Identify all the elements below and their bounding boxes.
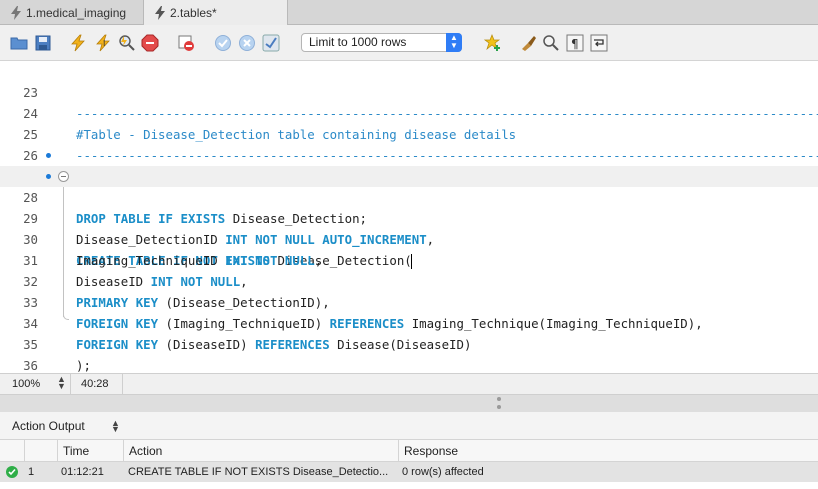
commit-icon[interactable] <box>213 33 233 53</box>
select-arrows-icon: ▲ ▼ <box>446 33 462 52</box>
output-table-header: Time Action Response <box>0 440 818 462</box>
row-response: 0 row(s) affected <box>402 466 484 478</box>
column-header-index[interactable] <box>24 440 57 462</box>
save-icon[interactable] <box>33 33 53 53</box>
code-line: 31 DiseaseID INT NOT NULL, <box>0 229 818 289</box>
open-folder-icon[interactable] <box>9 33 29 53</box>
stop-icon[interactable] <box>140 33 160 53</box>
code-line: 27 DROP TABLE IF EXISTS Disease_Detectio… <box>0 145 818 226</box>
drag-handle-icon[interactable] <box>497 405 501 409</box>
invisible-chars-icon[interactable]: ¶ <box>565 33 585 53</box>
output-header: Action Output ▲ ▼ <box>0 412 818 440</box>
code-line: 23 -------------------------------------… <box>0 61 818 121</box>
panel-splitter[interactable] <box>0 395 818 412</box>
tab-tables[interactable]: 2.tables* <box>144 0 288 25</box>
svg-text:¶: ¶ <box>571 37 579 51</box>
code-line: 34 FOREIGN KEY (DiseaseID) REFERENCES Di… <box>0 292 818 352</box>
code-line: 37 -------------------------------------… <box>0 355 818 373</box>
code-line: 33 FOREIGN KEY (Imaging_TechniqueID) REF… <box>0 271 818 331</box>
execute-current-icon[interactable]: I <box>93 33 113 53</box>
code-line: 24 #Table - Disease_Detection table cont… <box>0 82 818 142</box>
tab-label: 1.medical_imaging <box>26 5 127 20</box>
divider <box>122 374 123 395</box>
lightning-bolt-icon <box>155 5 165 20</box>
chevron-updown-icon[interactable]: ▲ ▼ <box>111 419 120 434</box>
divider <box>70 374 71 395</box>
execute-icon[interactable] <box>68 33 88 53</box>
tab-medical-imaging[interactable]: 1.medical_imaging <box>0 0 144 25</box>
limit-rows-value: Limit to 1000 rows <box>309 35 407 49</box>
wrap-lines-icon[interactable] <box>589 33 609 53</box>
sql-editor[interactable]: 23 -------------------------------------… <box>0 61 818 373</box>
statement-marker-icon <box>46 153 51 158</box>
autocommit-icon[interactable] <box>261 33 281 53</box>
tab-bar: 1.medical_imaging 2.tables* <box>0 0 818 25</box>
code-line-current: 28 CREATE TABLE IF NOT EXISTS Disease_De… <box>0 166 818 269</box>
success-check-icon <box>6 466 18 478</box>
row-index: 1 <box>28 466 35 478</box>
sql-editor-toolbar: I Limit to 1000 rows ▲ ▼ ¶ <box>0 25 818 61</box>
lightning-bolt-icon <box>11 5 21 20</box>
statement-marker-icon <box>46 174 51 179</box>
tab-label: 2.tables* <box>170 5 217 20</box>
code-line: 25 -------------------------------------… <box>0 103 818 163</box>
row-action: CREATE TABLE IF NOT EXISTS Disease_Detec… <box>128 466 389 478</box>
code-line: 30 Imaging_TechniqueID INT NOT NULL, <box>0 208 818 268</box>
code-line: 35 ); <box>0 313 818 373</box>
output-type-select[interactable]: Action Output <box>12 419 85 433</box>
code-line: 36 <box>0 334 818 373</box>
add-snippet-icon[interactable] <box>483 33 503 53</box>
find-icon[interactable] <box>541 33 561 53</box>
row-time: 01:12:21 <box>61 466 104 478</box>
code-line: 29 Disease_DetectionID INT NOT NULL AUTO… <box>0 187 818 247</box>
fold-toggle-icon[interactable] <box>58 171 69 182</box>
explain-icon[interactable] <box>117 33 137 53</box>
drag-handle-icon[interactable] <box>497 397 501 401</box>
toggle-error-stop-icon[interactable] <box>176 33 196 53</box>
column-header-time[interactable]: Time <box>57 440 123 462</box>
zoom-level[interactable]: 100% <box>12 378 40 390</box>
zoom-stepper-icon[interactable]: ▲ ▼ <box>57 375 66 391</box>
svg-text:I: I <box>103 39 105 48</box>
beautify-icon[interactable] <box>518 33 538 53</box>
column-header-response[interactable]: Response <box>398 440 818 462</box>
table-row[interactable]: 1 01:12:21 CREATE TABLE IF NOT EXISTS Di… <box>0 462 818 482</box>
column-header-action[interactable]: Action <box>123 440 398 462</box>
code-line: 32 PRIMARY KEY (Disease_DetectionID), <box>0 250 818 310</box>
editor-status-bar: 100% ▲ ▼ 40:28 <box>0 373 818 395</box>
cursor-position: 40:28 <box>81 378 109 390</box>
limit-rows-select[interactable]: Limit to 1000 rows ▲ ▼ <box>301 33 462 52</box>
code-line: 26 <box>0 124 818 163</box>
rollback-icon[interactable] <box>237 33 257 53</box>
